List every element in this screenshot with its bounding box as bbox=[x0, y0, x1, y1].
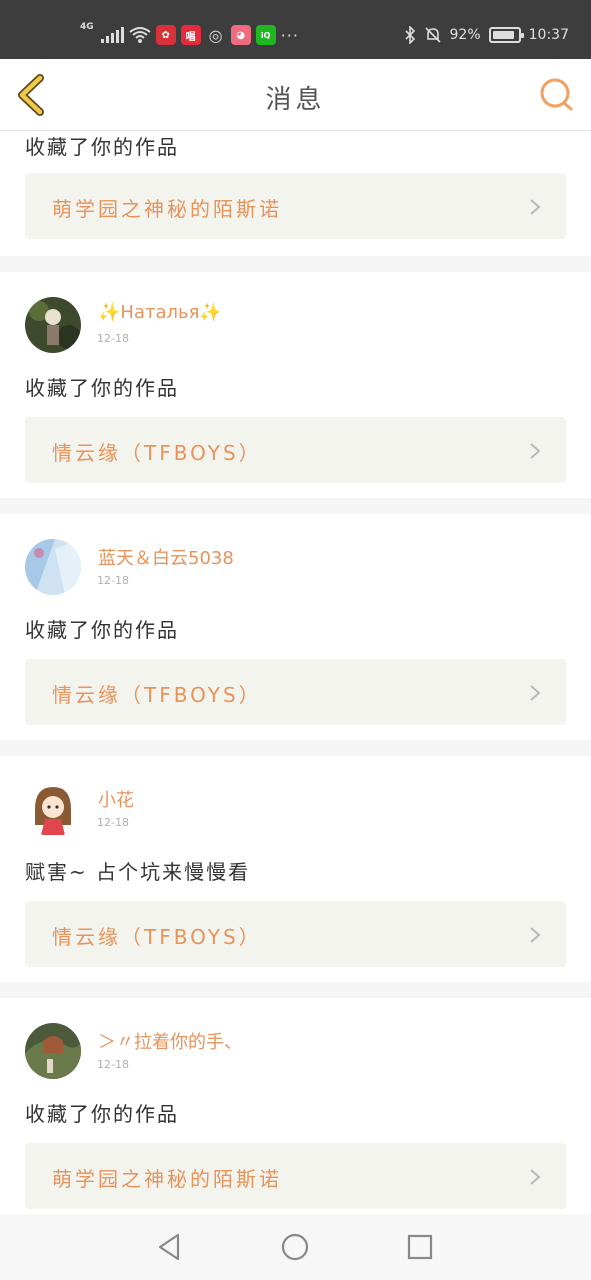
wechat-icon: ◎ bbox=[208, 25, 223, 45]
changba-icon: 唱 bbox=[180, 25, 201, 45]
message-text: 收藏了你的作品 bbox=[25, 135, 179, 159]
avatar[interactable] bbox=[25, 539, 81, 595]
chevron-right-icon bbox=[530, 927, 541, 943]
work-link[interactable]: 情云缘（TFBOYS） bbox=[25, 901, 566, 967]
nav-recents-button[interactable] bbox=[403, 1230, 437, 1264]
pig-app-icon: ◕ bbox=[230, 25, 251, 45]
message-text: 收藏了你的作品 bbox=[25, 376, 179, 400]
message-date: 12-18 bbox=[97, 816, 129, 829]
huawei-icon: ✿ bbox=[155, 25, 176, 45]
user-name[interactable]: ✨Наталья✨ bbox=[98, 302, 222, 323]
work-title: 情云缘（TFBOYS） bbox=[52, 683, 262, 707]
work-title: 萌学园之神秘的陌斯诺 bbox=[52, 197, 282, 221]
chevron-right-icon bbox=[530, 1169, 541, 1185]
work-link[interactable]: 萌学园之神秘的陌斯诺 bbox=[25, 1143, 566, 1209]
message-card: ＞〃拉着你的手、 12-18 收藏了你的作品 萌学园之神秘的陌斯诺 bbox=[0, 998, 591, 1214]
battery-percent: 92% bbox=[449, 27, 481, 43]
circle-home-icon bbox=[281, 1233, 309, 1261]
chevron-right-icon bbox=[530, 199, 541, 215]
work-title: 情云缘（TFBOYS） bbox=[52, 441, 262, 465]
message-card: 收藏了你的作品 萌学园之神秘的陌斯诺 bbox=[0, 131, 591, 256]
triangle-back-icon bbox=[158, 1233, 180, 1261]
status-bar: 4G ✿ 唱 ◎ ◕ iQ ··· 92% 10:37 bbox=[0, 0, 591, 59]
work-title: 萌学园之神秘的陌斯诺 bbox=[52, 1167, 282, 1191]
status-left: 4G ✿ 唱 ◎ ◕ iQ ··· bbox=[80, 22, 299, 48]
message-date: 12-18 bbox=[97, 574, 129, 587]
chevron-right-icon bbox=[530, 443, 541, 459]
status-right: 92% 10:37 bbox=[404, 22, 569, 48]
user-name[interactable]: 小花 bbox=[98, 786, 134, 812]
user-name[interactable]: 蓝天＆白云5038 bbox=[98, 544, 234, 570]
avatar[interactable] bbox=[25, 781, 81, 837]
message-card: 小花 12-18 赋害~ 占个坑来慢慢看 情云缘（TFBOYS） bbox=[0, 756, 591, 982]
app-header: 消息 bbox=[0, 59, 591, 131]
message-list[interactable]: 收藏了你的作品 萌学园之神秘的陌斯诺 ✨Наталья✨ 12-18 收藏了你的… bbox=[0, 131, 591, 1214]
avatar[interactable] bbox=[25, 297, 81, 353]
message-date: 12-18 bbox=[97, 1058, 129, 1071]
work-link[interactable]: 情云缘（TFBOYS） bbox=[25, 659, 566, 725]
system-nav-bar bbox=[0, 1214, 591, 1280]
page-title: 消息 bbox=[265, 85, 326, 115]
work-title: 情云缘（TFBOYS） bbox=[52, 925, 262, 949]
work-link[interactable]: 萌学园之神秘的陌斯诺 bbox=[25, 173, 566, 239]
message-text: 收藏了你的作品 bbox=[25, 618, 179, 642]
search-button[interactable] bbox=[537, 75, 577, 115]
bluetooth-icon bbox=[404, 26, 415, 44]
avatar[interactable] bbox=[25, 1023, 81, 1079]
network-type: 4G bbox=[80, 22, 94, 32]
battery-icon bbox=[488, 27, 524, 43]
nav-home-button[interactable] bbox=[278, 1230, 312, 1264]
wifi-icon bbox=[129, 27, 151, 43]
work-link[interactable]: 情云缘（TFBOYS） bbox=[25, 417, 566, 483]
signal-icon bbox=[100, 27, 124, 43]
user-name[interactable]: ＞〃拉着你的手、 bbox=[98, 1028, 242, 1054]
message-text: 赋害~ 占个坑来慢慢看 bbox=[25, 860, 251, 884]
nav-back-button[interactable] bbox=[152, 1230, 186, 1264]
iqiyi-icon: iQ bbox=[255, 25, 276, 45]
mute-bell-icon bbox=[424, 27, 441, 43]
message-text: 收藏了你的作品 bbox=[25, 1102, 179, 1126]
message-card: ✨Наталья✨ 12-18 收藏了你的作品 情云缘（TFBOYS） bbox=[0, 272, 591, 498]
square-recents-icon bbox=[407, 1234, 433, 1260]
clock: 10:37 bbox=[528, 27, 569, 43]
search-icon bbox=[540, 78, 573, 111]
chevron-right-icon bbox=[530, 685, 541, 701]
more-notifications-icon: ··· bbox=[280, 25, 299, 45]
message-date: 12-18 bbox=[97, 332, 129, 345]
message-card: 蓝天＆白云5038 12-18 收藏了你的作品 情云缘（TFBOYS） bbox=[0, 514, 591, 740]
